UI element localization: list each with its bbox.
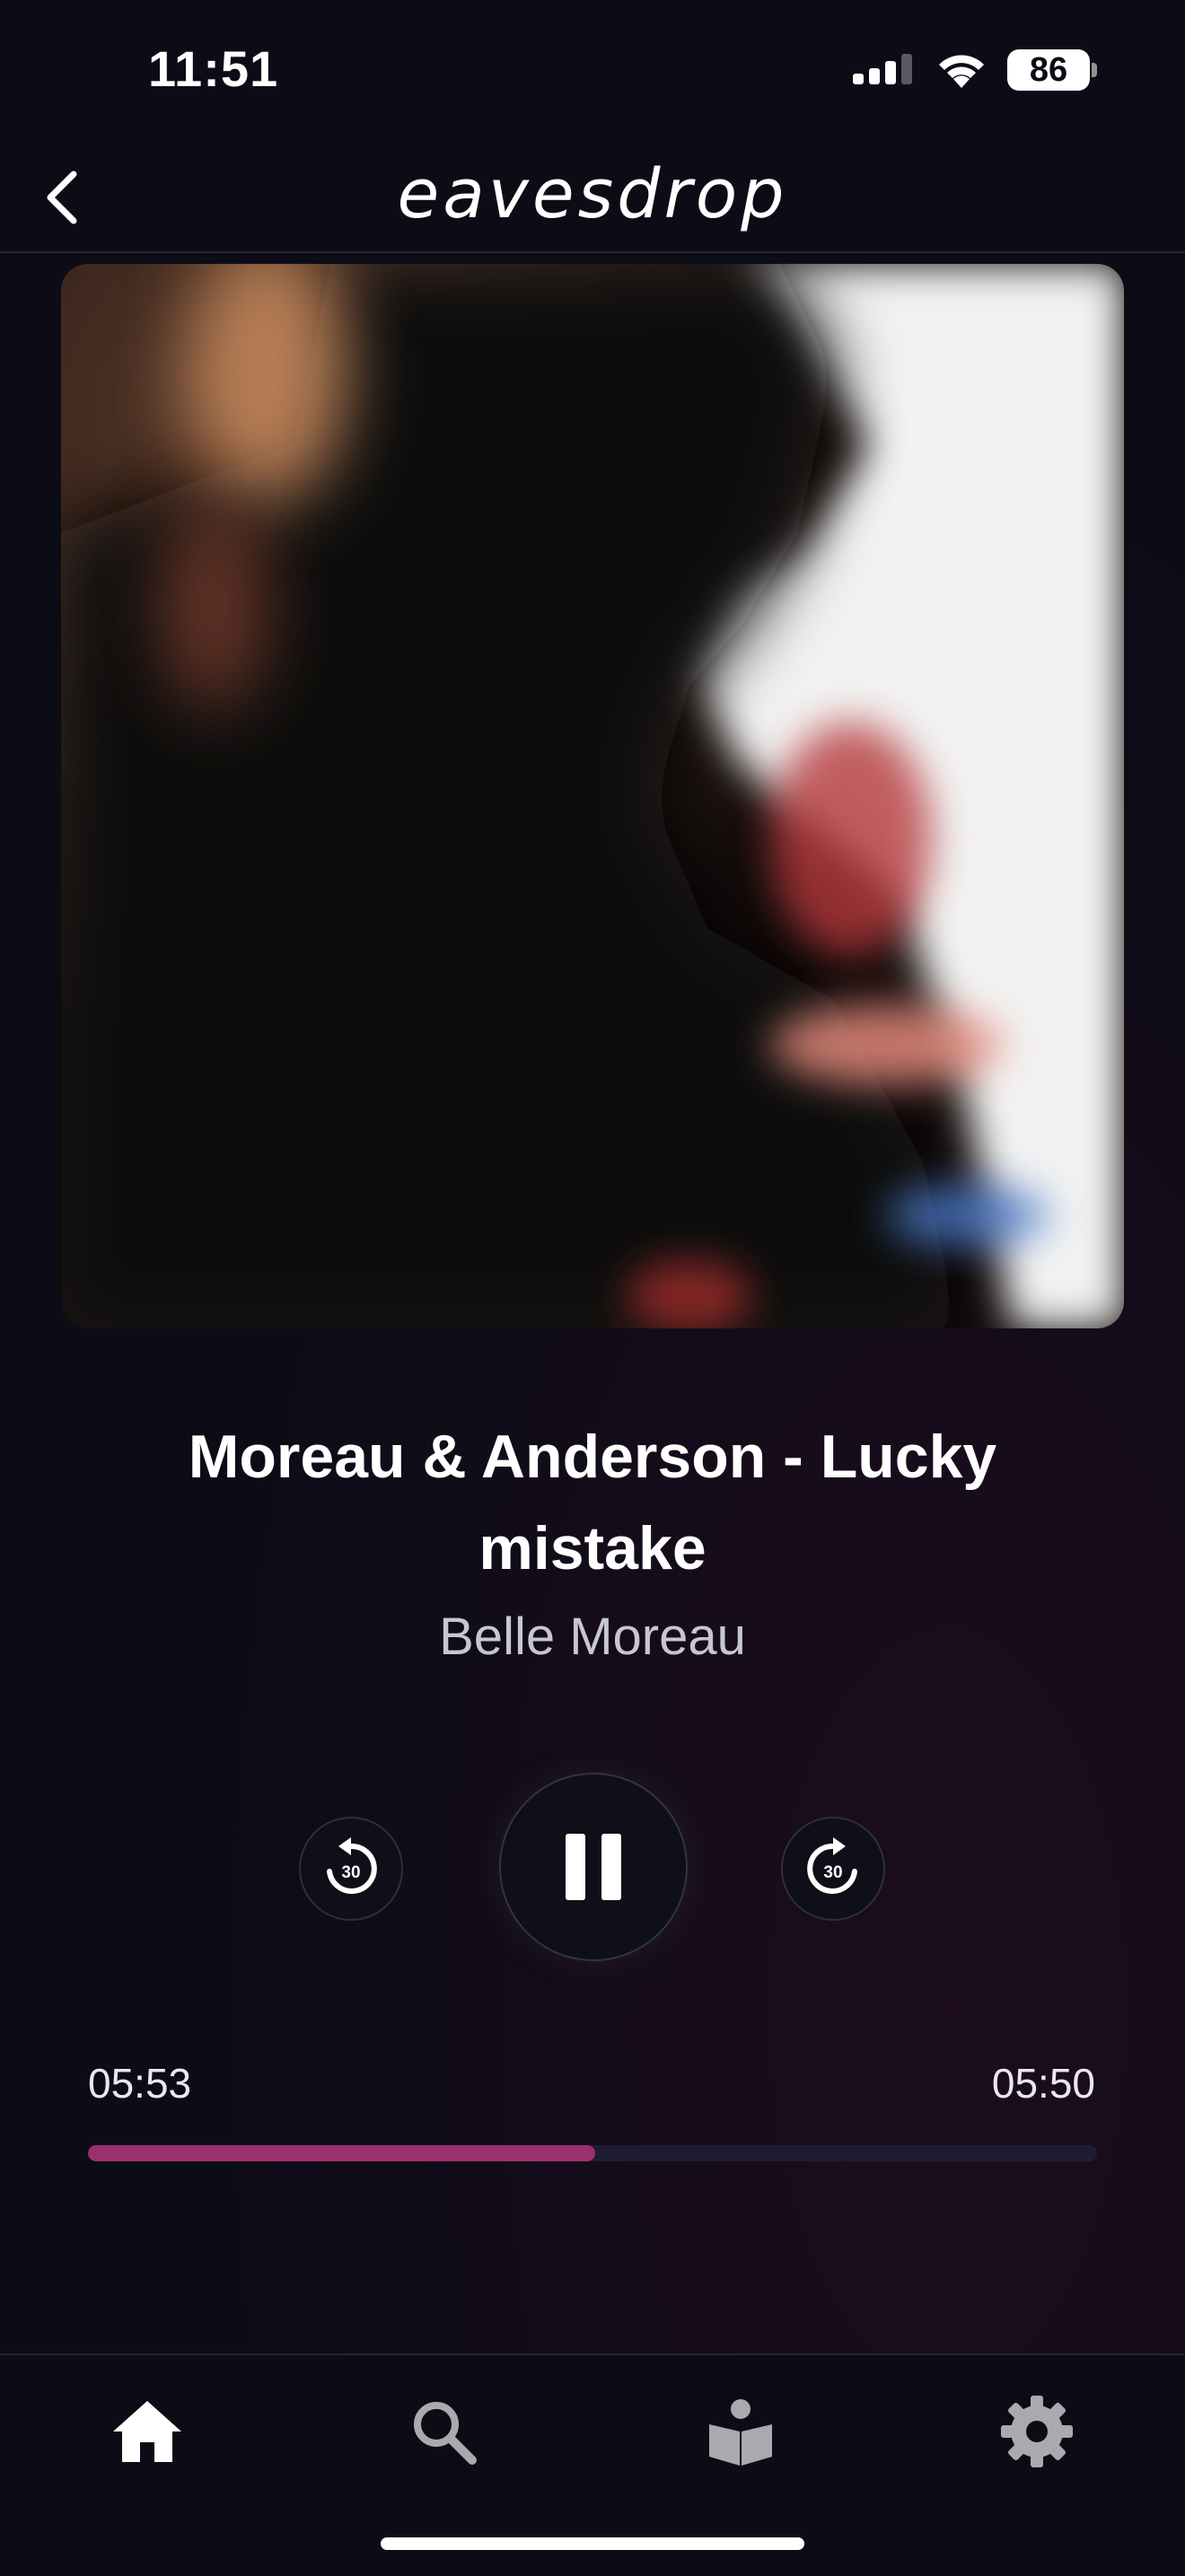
- gear-icon: [1001, 2396, 1073, 2467]
- album-artwork: [61, 264, 1124, 1328]
- tab-settings[interactable]: [988, 2382, 1086, 2481]
- time-total: 05:50: [991, 2060, 1095, 2107]
- now-playing-screen: 11:51 86 eavesdrop Moreau & Anderson - L…: [0, 0, 1185, 2576]
- skip-back-30-button[interactable]: 30: [299, 1817, 403, 1921]
- tab-library[interactable]: [691, 2382, 790, 2481]
- header: eavesdrop: [0, 144, 1185, 253]
- home-indicator[interactable]: [381, 2537, 804, 2550]
- pause-button[interactable]: [499, 1773, 688, 1961]
- signal-icon: [853, 54, 912, 84]
- wifi-icon: [939, 55, 984, 88]
- track-title: Moreau & Anderson - Lucky mistake: [188, 1423, 997, 1582]
- battery-tip: [1092, 63, 1097, 77]
- progress-fill: [88, 2145, 596, 2161]
- back-button[interactable]: [25, 162, 97, 233]
- chevron-left-icon: [47, 171, 77, 224]
- pause-icon-bar-right: [601, 1834, 621, 1900]
- skip-forward-label: 30: [823, 1863, 842, 1882]
- reader-icon: [709, 2399, 772, 2466]
- tab-home[interactable]: [98, 2382, 197, 2481]
- progress-bar[interactable]: [88, 2145, 1097, 2161]
- skip-forward-30-button[interactable]: 30: [781, 1817, 885, 1921]
- search-icon: [414, 2402, 477, 2465]
- status-bar: 11:51 86: [0, 0, 1185, 144]
- app-logo: eavesdrop: [397, 153, 788, 233]
- battery-icon: 86: [1007, 49, 1090, 91]
- track-artist: Belle Moreau: [439, 1608, 746, 1666]
- status-time: 11:51: [148, 40, 279, 97]
- skip-back-label: 30: [341, 1863, 360, 1882]
- time-elapsed: 05:53: [88, 2060, 192, 2107]
- tab-search[interactable]: [394, 2382, 493, 2481]
- pause-icon-bar-left: [566, 1834, 585, 1900]
- forward-30-icon: 30: [807, 1837, 857, 1894]
- rewind-30-icon: 30: [327, 1837, 377, 1894]
- home-icon: [113, 2401, 181, 2462]
